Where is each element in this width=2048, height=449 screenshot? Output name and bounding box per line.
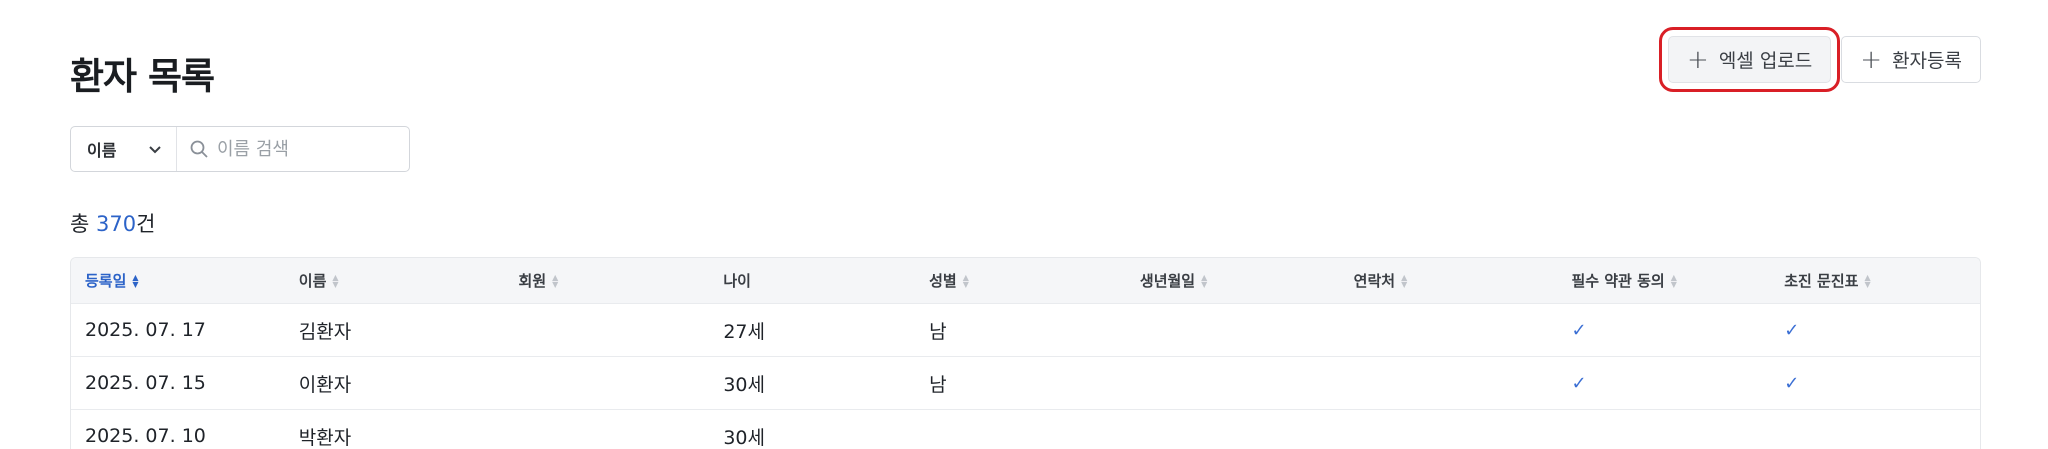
column-label: 이름 <box>298 272 327 290</box>
search-field-value: 이름 <box>87 141 117 160</box>
sort-icon: ▲ ▼ <box>1201 272 1208 289</box>
check-icon: ✓ <box>1784 319 1800 341</box>
page-title: 환자 목록 <box>70 55 215 98</box>
cell-age: 30세 <box>723 426 765 449</box>
column-header-terms-consent[interactable]: 필수 약관 동의 ▲ ▼ <box>1557 270 1770 291</box>
header-actions: + 엑셀 업로드 + 환자등록 <box>1659 27 1981 92</box>
search-input[interactable] <box>217 138 397 160</box>
sort-icon: ▲ ▼ <box>1401 272 1408 289</box>
search-bar: 이름 <box>70 126 410 172</box>
search-field-select[interactable]: 이름 <box>71 127 177 171</box>
column-label: 초진 문진표 <box>1784 272 1859 290</box>
column-label: 등록일 <box>85 272 127 290</box>
cell-date: 2025. 07. 10 <box>85 425 206 447</box>
column-header-age: 나이 <box>709 270 915 291</box>
plus-icon: + <box>1860 44 1883 75</box>
search-icon <box>190 140 208 158</box>
cell-age: 27세 <box>723 320 765 343</box>
plus-icon: + <box>1687 44 1709 75</box>
cell-gender: 남 <box>929 373 947 396</box>
check-icon: ✓ <box>1784 372 1800 394</box>
sort-icon: ▲ ▼ <box>132 272 139 289</box>
column-label: 회원 <box>518 272 547 290</box>
register-patient-button[interactable]: + 환자등록 <box>1841 36 1981 83</box>
excel-upload-button[interactable]: + 엑셀 업로드 <box>1659 27 1841 92</box>
register-patient-label: 환자등록 <box>1892 50 1962 72</box>
excel-upload-label: 엑셀 업로드 <box>1718 50 1813 72</box>
column-label: 필수 약관 동의 <box>1571 272 1665 290</box>
column-header-gender[interactable]: 성별 ▲ ▼ <box>915 270 1126 291</box>
sort-icon: ▲ ▼ <box>1864 272 1871 289</box>
total-number: 370 <box>96 212 137 236</box>
cell-name: 김환자 <box>298 320 352 343</box>
cell-gender: 남 <box>929 320 947 343</box>
cell-date: 2025. 07. 17 <box>85 319 206 341</box>
cell-name: 박환자 <box>298 426 352 449</box>
column-header-birthdate[interactable]: 생년월일 ▲ ▼ <box>1126 270 1340 291</box>
cell-name: 이환자 <box>298 373 352 396</box>
table-row[interactable]: 2025. 07. 10 박환자 30세 <box>71 409 1980 449</box>
column-label: 성별 <box>929 272 957 290</box>
cell-age: 30세 <box>723 373 765 396</box>
table-header: 등록일 ▲ ▼ 이름 ▲ ▼ 회원 ▲ ▼ 나이 성별 ▲ ▼ 생년월일 ▲ ▼ 연락처 … <box>71 258 1980 303</box>
sort-icon: ▲ ▼ <box>552 272 559 289</box>
check-icon: ✓ <box>1571 319 1587 341</box>
column-header-name[interactable]: 이름 ▲ ▼ <box>285 270 505 291</box>
column-header-member[interactable]: 회원 ▲ ▼ <box>505 270 710 291</box>
sort-icon: ▲ ▼ <box>332 272 339 289</box>
search-box <box>177 127 409 171</box>
chevron-down-icon <box>149 146 161 154</box>
column-label: 생년월일 <box>1139 272 1196 290</box>
total-count: 총 370건 <box>70 208 155 238</box>
table-row[interactable]: 2025. 07. 17 김환자 27세 남 ✓ ✓ <box>71 303 1980 356</box>
column-header-registered-date[interactable]: 등록일 ▲ ▼ <box>71 270 285 291</box>
check-icon: ✓ <box>1571 372 1587 394</box>
column-header-contact[interactable]: 연락처 ▲ ▼ <box>1340 270 1558 291</box>
sort-icon: ▲ ▼ <box>1670 272 1677 289</box>
table-row[interactable]: 2025. 07. 15 이환자 30세 남 ✓ ✓ <box>71 356 1980 409</box>
sort-icon: ▲ ▼ <box>962 272 969 289</box>
patient-table: 등록일 ▲ ▼ 이름 ▲ ▼ 회원 ▲ ▼ 나이 성별 ▲ ▼ 생년월일 ▲ ▼ 연락처 … <box>70 257 1981 449</box>
column-label: 나이 <box>723 272 751 290</box>
total-suffix: 건 <box>136 212 156 236</box>
column-label: 연락처 <box>1353 272 1396 290</box>
total-prefix: 총 <box>70 212 90 236</box>
cell-date: 2025. 07. 15 <box>85 372 206 394</box>
column-header-questionnaire[interactable]: 초진 문진표 ▲ ▼ <box>1770 270 1980 291</box>
